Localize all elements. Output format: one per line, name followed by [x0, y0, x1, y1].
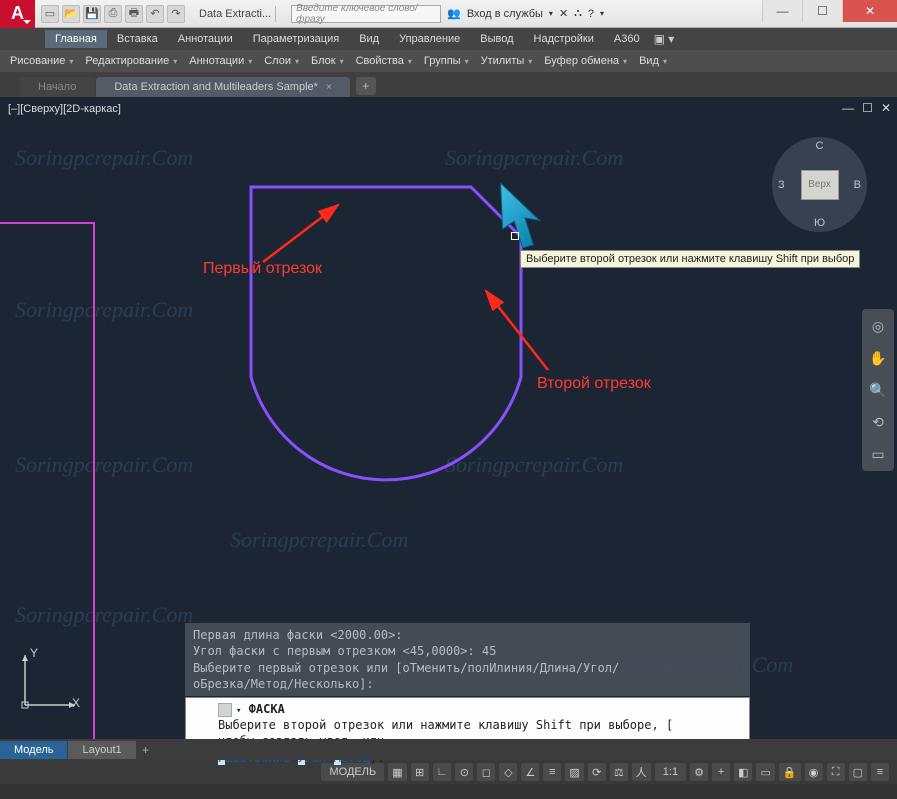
ribbon-tabs: Главная Вставка Аннотации Параметризация… [0, 28, 897, 50]
close-tab-icon[interactable]: × [326, 82, 332, 93]
cmd-prompt: Выберите второй отрезок или нажмите клав… [218, 718, 659, 732]
tab-view[interactable]: Вид [349, 30, 389, 48]
tab-start[interactable]: Начало [20, 77, 94, 97]
viewcube-west[interactable]: З [778, 179, 785, 191]
viewcube-south[interactable]: Ю [814, 217, 825, 229]
cmd-history-line: Угол фаски с первым отрезком <45,0000>: … [193, 643, 742, 659]
tab-layout1[interactable]: Layout1 [68, 741, 135, 759]
close-button[interactable]: ✕ [842, 0, 897, 22]
nav-orbit-icon[interactable]: ⟲ [867, 411, 889, 433]
panel-clipboard[interactable]: Буфер обмена▾ [538, 52, 633, 70]
tab-document[interactable]: Data Extraction and Multileaders Sample*… [96, 77, 349, 97]
window-controls: — ☐ ✕ [762, 0, 897, 22]
open-icon[interactable]: 📂 [62, 5, 80, 23]
tab-insert[interactable]: Вставка [107, 30, 168, 48]
annotation-arrow-1 [258, 197, 348, 267]
tab-manage[interactable]: Управление [389, 30, 470, 48]
maximize-button[interactable]: ☐ [802, 0, 842, 22]
signin-button[interactable]: Вход в службы [467, 8, 543, 20]
panel-layers[interactable]: Слои▾ [258, 52, 305, 70]
new-tab-button[interactable]: + [356, 77, 376, 95]
annotation-label-1: Первый отрезок [203, 260, 322, 278]
sb-cleanscreen-icon[interactable]: ▢ [849, 763, 867, 781]
exchange-icon[interactable]: ✕ [559, 7, 568, 20]
vp-maximize[interactable]: ☐ [862, 101, 873, 115]
undo-icon[interactable]: ↶ [146, 5, 164, 23]
new-icon[interactable]: ▭ [41, 5, 59, 23]
add-layout-button[interactable]: + [137, 743, 155, 757]
cursor-indicator-arrow [490, 182, 550, 252]
sb-lock-icon[interactable]: 🔒 [779, 763, 801, 781]
sb-hardware-icon[interactable]: ⛶ [827, 763, 845, 781]
help-icon[interactable]: ? [588, 8, 594, 20]
tab-home[interactable]: Главная [45, 30, 107, 48]
nav-showmotion-icon[interactable]: ▭ [867, 443, 889, 465]
drawing-canvas[interactable]: [–][Сверху][2D-каркас] — ☐ ✕ Soringpcrep… [0, 97, 897, 760]
panel-draw[interactable]: Рисование▾ [4, 52, 79, 70]
tab-output[interactable]: Вывод [470, 30, 523, 48]
file-tabs: Начало Data Extraction and Multileaders … [0, 72, 897, 97]
command-history: Первая длина фаски <2000.00>: Угол фаски… [185, 623, 750, 696]
panel-groups[interactable]: Группы▾ [418, 52, 475, 70]
annotation-arrow-2 [478, 285, 558, 375]
tab-model[interactable]: Модель [0, 741, 67, 759]
cmd-history-line: Первая длина фаски <2000.00>: [193, 627, 742, 643]
viewport-label[interactable]: [–][Сверху][2D-каркас] [8, 103, 121, 115]
annotation-label-2: Второй отрезок [537, 375, 651, 393]
saveas-icon[interactable]: ⎙ [104, 5, 122, 23]
viewcube[interactable]: Верх С Ю В З [772, 137, 867, 232]
tab-parametric[interactable]: Параметризация [243, 30, 349, 48]
watermark: Soringpcrepair.Com [15, 145, 193, 171]
redo-icon[interactable]: ↷ [167, 5, 185, 23]
vp-minimize[interactable]: — [842, 101, 854, 115]
app-menu-button[interactable]: A [0, 0, 35, 28]
panel-view[interactable]: Вид▾ [633, 52, 673, 70]
panel-block[interactable]: Блок▾ [305, 52, 350, 70]
search-input[interactable]: Введите ключевое слово/фразу [291, 5, 441, 23]
sb-quickprops-icon[interactable]: ▭ [756, 763, 774, 781]
panel-annotation[interactable]: Аннотации▾ [183, 52, 258, 70]
ribbon-panels: Рисование▾ Редактирование▾ Аннотации▾ Сл… [0, 50, 897, 72]
panel-modify[interactable]: Редактирование▾ [79, 52, 183, 70]
tab-document-label: Data Extraction and Multileaders Sample* [114, 81, 318, 93]
ucs-y-label: Y [30, 646, 38, 660]
nav-zoom-icon[interactable]: 🔍 [867, 379, 889, 401]
tab-addins[interactable]: Надстройки [524, 30, 604, 48]
navigation-bar: ◎ ✋ 🔍 ⟲ ▭ [862, 309, 894, 471]
command-tooltip: Выберите второй отрезок или нажмите клав… [520, 250, 860, 268]
save-icon[interactable]: 💾 [83, 5, 101, 23]
nav-wheel-icon[interactable]: ◎ [867, 315, 889, 337]
signin-icon[interactable]: 👥 [447, 7, 461, 20]
viewport-controls: — ☐ ✕ [842, 101, 891, 115]
pick-cursor [511, 232, 519, 240]
cmd-name: ФАСКА [249, 702, 285, 716]
nav-pan-icon[interactable]: ✋ [867, 347, 889, 369]
print-icon[interactable]: 🖶 [125, 5, 143, 23]
a360-icon[interactable]: ⛬ [574, 7, 582, 20]
tab-a360[interactable]: A360 [604, 30, 650, 48]
ribbon-expand-icon[interactable]: ▣ ▾ [654, 32, 675, 46]
sb-customize-icon[interactable]: ≡ [871, 763, 889, 781]
cmd-history-line: оБрезка/Метод/Несколько]: [193, 676, 742, 692]
layout-tabs: Модель Layout1 + [0, 739, 897, 760]
panel-properties[interactable]: Свойства▾ [350, 52, 418, 70]
ucs-x-label: X [72, 696, 80, 710]
sb-isolate-icon[interactable]: ◉ [805, 763, 823, 781]
title-bar: A ▭ 📂 💾 ⎙ 🖶 ↶ ↷ Data Extracti... Введите… [0, 0, 897, 28]
quick-access-toolbar: ▭ 📂 💾 ⎙ 🖶 ↶ ↷ [41, 5, 185, 23]
tab-annotate[interactable]: Аннотации [168, 30, 243, 48]
viewcube-north[interactable]: С [816, 140, 824, 152]
vp-close[interactable]: ✕ [881, 101, 891, 115]
document-title: Data Extracti... [199, 8, 271, 20]
minimize-button[interactable]: — [762, 0, 802, 22]
viewcube-top-face[interactable]: Верх [801, 170, 839, 200]
panel-utilities[interactable]: Утилиты▾ [475, 52, 539, 70]
viewcube-east[interactable]: В [854, 179, 861, 191]
cmd-icon [218, 703, 232, 717]
cmd-history-line: Выберите первый отрезок или [оТменить/по… [193, 660, 742, 676]
infocenter: 👥 Вход в службы▾ ✕ ⛬ ?▾ [447, 7, 604, 20]
